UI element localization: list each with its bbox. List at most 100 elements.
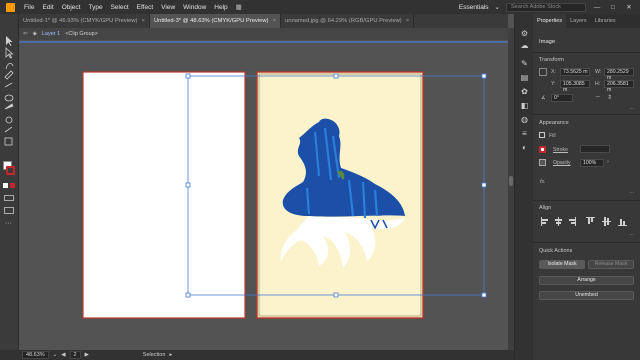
brush-icon[interactable]: ✎ xyxy=(520,60,529,68)
status-tool: Selection xyxy=(142,352,166,358)
none-color-icon[interactable] xyxy=(10,183,15,188)
stroke-swatch[interactable] xyxy=(6,166,15,175)
panel-tabs: Properties Layers Libraries xyxy=(533,14,640,28)
draw-mode-icon[interactable] xyxy=(4,195,14,201)
prev-artboard-icon[interactable]: ◀ xyxy=(61,352,65,358)
isolate-mask-button[interactable]: Isolate Mask xyxy=(539,260,585,269)
rotate-view-icon[interactable]: ⌄ xyxy=(53,352,58,358)
tab-untitled-3[interactable]: Untitled-3* @ 48.63% (CMYK/GPU Preview) × xyxy=(150,14,281,28)
properties-panel: Properties Layers Libraries Image Transf… xyxy=(533,14,640,360)
more-options-icon[interactable]: ··· xyxy=(629,106,634,112)
menu-file[interactable]: File xyxy=(20,4,38,11)
canvas-area[interactable] xyxy=(19,40,508,350)
artwork-svg xyxy=(19,41,508,319)
opacity-icon xyxy=(539,159,546,166)
minimize-button[interactable]: — xyxy=(592,4,602,11)
close-tab-icon[interactable]: × xyxy=(141,18,144,24)
stock-search-input[interactable]: Search Adobe Stock xyxy=(506,2,586,12)
zoom-field[interactable]: 48.63% xyxy=(22,351,49,359)
release-mask-button[interactable]: Release Mask xyxy=(588,260,634,269)
artboard-left[interactable] xyxy=(82,71,246,319)
w-label: W: xyxy=(595,69,602,75)
menu-effect[interactable]: Effect xyxy=(133,4,158,11)
unembed-button[interactable]: Unembed xyxy=(539,291,634,300)
tab-libraries[interactable]: Libraries xyxy=(591,14,620,28)
stroke-panel-icon[interactable]: ≡ xyxy=(520,130,529,138)
workspace-switcher[interactable]: Essentials xyxy=(459,4,489,11)
panel-icon-strip: ⚙ ☁ ✎ ▤ ✿ ◧ ◍ ≡ ◐ xyxy=(514,14,533,360)
rotate-field[interactable]: 0° xyxy=(551,94,573,102)
menu-help[interactable]: Help xyxy=(210,4,231,11)
next-artboard-icon[interactable]: ▶ xyxy=(85,352,89,358)
swap-colors-icon[interactable] xyxy=(3,183,8,188)
w-field[interactable]: 280.2529 m xyxy=(604,68,634,81)
status-menu-icon[interactable]: ▸ xyxy=(169,352,172,358)
y-label: Y: xyxy=(551,81,556,87)
screen-mode-icon[interactable] xyxy=(4,207,14,214)
flip-vertical-icon[interactable]: ⇕ xyxy=(607,94,612,101)
fill-checkbox[interactable] xyxy=(539,132,545,138)
app-logo xyxy=(0,0,20,14)
y-field[interactable]: 105.3085 m xyxy=(560,80,590,93)
rotate-icon: ∡ xyxy=(541,95,546,101)
more-tools-icon[interactable]: ··· xyxy=(5,220,12,227)
layout-grid-icon[interactable]: ▦ xyxy=(232,3,246,11)
close-window-button[interactable]: ✕ xyxy=(624,3,634,11)
color-guide-icon[interactable]: ◍ xyxy=(520,116,529,124)
opacity-dropdown-icon[interactable]: › xyxy=(607,159,609,165)
align-title: Align xyxy=(539,205,552,211)
h-label: H: xyxy=(595,81,601,87)
quick-actions-title: Quick Actions xyxy=(539,248,573,254)
menu-bar: File Edit Object Type Select Effect View… xyxy=(0,0,640,14)
appearance-title: Appearance xyxy=(539,120,569,126)
opacity-label[interactable]: Opacity xyxy=(553,160,571,166)
x-label: X: xyxy=(551,69,556,75)
close-tab-icon[interactable]: × xyxy=(406,18,409,24)
back-arrow-icon[interactable]: ⇦ xyxy=(23,31,28,37)
fill-label: Fill xyxy=(549,133,556,139)
breadcrumb-layer[interactable]: Layer 1 xyxy=(42,31,60,37)
opacity-field[interactable]: 100% xyxy=(580,159,604,167)
layers-icon: ◈ xyxy=(32,31,37,37)
menu-view[interactable]: View xyxy=(157,4,179,11)
scroll-thumb[interactable] xyxy=(509,176,513,186)
document-tabs: Untitled-1* @ 46.93% (CMYK/GPU Preview) ×… xyxy=(19,14,508,28)
symbols-icon[interactable]: ✿ xyxy=(520,88,529,96)
properties-icon[interactable]: ⚙ xyxy=(520,30,529,38)
align-buttons[interactable] xyxy=(539,216,635,228)
menu-type[interactable]: Type xyxy=(84,4,106,11)
fx-effects-button[interactable]: fx. xyxy=(540,179,545,185)
status-bar: 48.63% ⌄ ◀ 2 ▶ Selection ▸ xyxy=(0,350,514,360)
stroke-weight-field[interactable] xyxy=(580,145,610,153)
graphic-styles-icon[interactable]: ◧ xyxy=(520,102,529,110)
h-field[interactable]: 206.3581 m xyxy=(604,80,634,93)
arrange-button[interactable]: Arrange xyxy=(539,276,634,285)
tab-untitled-1[interactable]: Untitled-1* @ 46.93% (CMYK/GPU Preview) × xyxy=(19,14,150,28)
gradient-icon[interactable]: ◐ xyxy=(520,144,529,152)
breadcrumb-group[interactable]: <Clip Group> xyxy=(65,31,98,37)
menu-select[interactable]: Select xyxy=(107,4,133,11)
tab-unnamed-jpg[interactable]: unnamed.jpg @ 64.29% (RGB/GPU Preview) × xyxy=(281,14,414,28)
transform-title: Transform xyxy=(539,57,564,63)
menu-window[interactable]: Window xyxy=(179,4,210,11)
tab-layers[interactable]: Layers xyxy=(566,14,591,28)
appearance-more-icon[interactable]: ··· xyxy=(629,190,634,196)
x-field[interactable]: 73.5625 m xyxy=(560,68,590,76)
maximize-button[interactable]: □ xyxy=(608,4,618,11)
swatches-icon[interactable]: ▤ xyxy=(520,74,529,82)
selection-type-label: Image xyxy=(539,39,556,45)
artboard-number-field[interactable]: 2 xyxy=(69,351,81,359)
align-more-icon[interactable]: ··· xyxy=(629,232,634,238)
stroke-label[interactable]: Stroke xyxy=(553,147,568,153)
isolation-breadcrumb: ⇦ ◈ Layer 1 <Clip Group> xyxy=(19,28,508,40)
menu-object[interactable]: Object xyxy=(58,4,85,11)
tools-panel: ··· xyxy=(0,14,19,360)
reference-point-icon[interactable] xyxy=(539,68,547,76)
libraries-icon[interactable]: ☁ xyxy=(520,42,529,50)
menu-edit[interactable]: Edit xyxy=(38,4,57,11)
stroke-color-swatch[interactable] xyxy=(539,146,546,153)
chevron-down-icon[interactable]: ⌄ xyxy=(495,3,500,11)
tab-properties[interactable]: Properties xyxy=(533,14,567,28)
flip-horizontal-icon[interactable]: ⇔ xyxy=(595,94,601,100)
close-tab-icon[interactable]: × xyxy=(272,18,275,24)
